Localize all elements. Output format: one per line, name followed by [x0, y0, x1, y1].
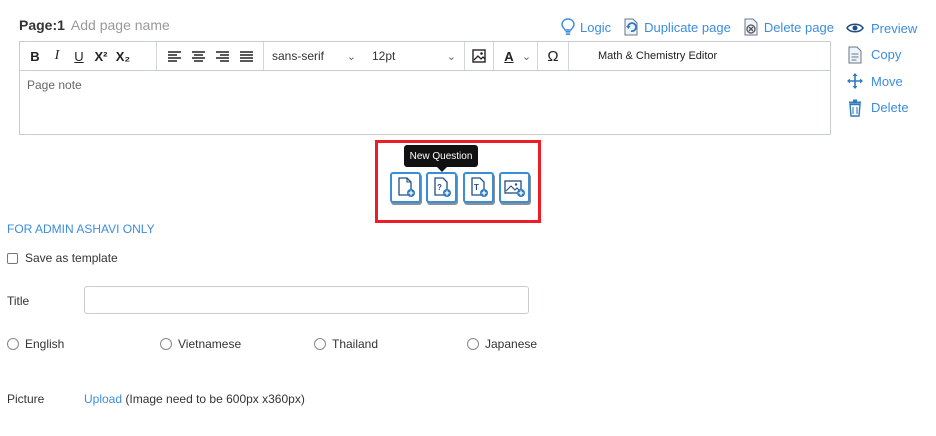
language-label: English [25, 337, 65, 351]
language-label: Japanese [485, 337, 538, 351]
save-as-template-checkbox[interactable] [7, 252, 18, 264]
editor-toolbar: B I U X² X₂ sans-serif ⌄ 12pt ⌄ A ⌄ Ω Ma… [20, 42, 830, 71]
radio-button[interactable] [7, 338, 19, 350]
align-justify-button[interactable] [234, 42, 258, 70]
new-question-tooltip: New Question [404, 145, 478, 167]
duplicate-page-icon [624, 18, 638, 36]
preview-button[interactable]: Preview [846, 18, 932, 38]
add-image-button[interactable] [499, 172, 530, 203]
italic-button[interactable]: I [46, 42, 68, 70]
align-left-icon [167, 50, 181, 62]
text-color-group: A ⌄ [494, 42, 538, 70]
language-option-vietnamese[interactable]: Vietnamese [160, 337, 241, 351]
lightbulb-icon [561, 18, 575, 35]
trash-icon [849, 99, 861, 117]
math-chemistry-editor-button[interactable]: Math & Chemistry Editor [569, 42, 717, 70]
page-name-input[interactable]: Add page name [71, 17, 170, 33]
align-center-button[interactable] [186, 42, 210, 70]
insert-image-button[interactable] [468, 42, 490, 70]
svg-text:T: T [474, 183, 479, 192]
page-header: Page:1 Add page name [19, 17, 170, 37]
eye-icon [846, 23, 864, 33]
alignment-group [157, 42, 264, 70]
font-size-value: 12pt [372, 49, 396, 63]
logic-button[interactable]: Logic [560, 18, 611, 36]
move-button[interactable]: Move [846, 71, 932, 91]
delete-button[interactable]: Delete [846, 98, 932, 118]
align-right-button[interactable] [210, 42, 234, 70]
font-family-select[interactable]: sans-serif ⌄ [264, 42, 364, 70]
align-justify-icon [239, 50, 253, 62]
add-image-icon [503, 179, 525, 197]
side-actions: Preview Copy Move Delete [846, 18, 932, 124]
language-option-thailand[interactable]: Thailand [314, 337, 378, 351]
copy-icon [848, 46, 862, 63]
radio-button[interactable] [160, 338, 172, 350]
language-label: Thailand [332, 337, 379, 351]
align-right-icon [215, 50, 229, 62]
language-option-japanese[interactable]: Japanese [467, 337, 537, 351]
title-label: Title [7, 294, 30, 308]
upload-hint: (Image need to be 600px x360px) [122, 392, 305, 406]
add-page-icon [397, 177, 415, 197]
new-question-icon: ? [433, 177, 451, 197]
chevron-down-icon: ⌄ [346, 50, 356, 63]
add-text-icon: T [470, 177, 488, 197]
radio-button[interactable] [467, 338, 479, 350]
special-character-button[interactable]: Ω [542, 42, 564, 70]
radio-button[interactable] [314, 338, 326, 350]
admin-section-label: FOR ADMIN ASHAVI ONLY [7, 222, 155, 236]
add-page-button[interactable] [390, 172, 421, 203]
special-char-group: Ω [538, 42, 569, 70]
duplicate-page-button[interactable]: Duplicate page [622, 18, 731, 36]
align-center-icon [191, 50, 205, 62]
image-icon [472, 49, 486, 63]
chevron-down-icon: ⌄ [521, 50, 532, 63]
save-as-template-label: Save as template [25, 251, 118, 265]
chevron-down-icon: ⌄ [446, 50, 456, 63]
page-header-actions: Logic Duplicate page Delete page [560, 17, 845, 37]
delete-page-label: Delete page [763, 19, 834, 35]
logic-label: Logic [580, 19, 612, 35]
preview-label: Preview [871, 20, 918, 36]
language-label: Vietnamese [178, 337, 242, 351]
copy-button[interactable]: Copy [846, 45, 932, 65]
delete-label: Delete [871, 100, 909, 115]
page-number: Page:1 [19, 17, 65, 33]
add-text-button[interactable]: T [463, 172, 494, 203]
title-input[interactable] [84, 286, 529, 314]
move-arrows-icon [847, 73, 863, 89]
delete-page-button[interactable]: Delete page [742, 18, 834, 36]
text-color-button[interactable]: A [500, 42, 518, 70]
align-left-button[interactable] [162, 42, 186, 70]
picture-label: Picture [7, 392, 45, 406]
upload-link[interactable]: Upload [84, 392, 122, 406]
font-size-select[interactable]: 12pt ⌄ [364, 42, 465, 70]
superscript-button[interactable]: X² [90, 42, 112, 70]
save-as-template-row: Save as template [7, 251, 118, 265]
move-label: Move [871, 73, 903, 89]
duplicate-page-label: Duplicate page [644, 19, 731, 35]
new-question-button[interactable]: ? [426, 172, 457, 203]
upload-row: Upload (Image need to be 600px x360px) [84, 392, 305, 406]
svg-text:?: ? [437, 183, 442, 192]
page-note-editor: B I U X² X₂ sans-serif ⌄ 12pt ⌄ A ⌄ Ω Ma… [19, 41, 831, 135]
subscript-button[interactable]: X₂ [112, 42, 134, 70]
language-option-english[interactable]: English [7, 337, 64, 351]
page-note-input[interactable]: Page note [27, 78, 82, 92]
bold-button[interactable]: B [24, 42, 46, 70]
underline-button[interactable]: U [68, 42, 90, 70]
delete-page-icon [744, 18, 758, 36]
font-family-value: sans-serif [272, 49, 325, 63]
copy-label: Copy [871, 47, 902, 62]
insert-image-group [465, 42, 494, 70]
text-format-group: B I U X² X₂ [20, 42, 157, 70]
